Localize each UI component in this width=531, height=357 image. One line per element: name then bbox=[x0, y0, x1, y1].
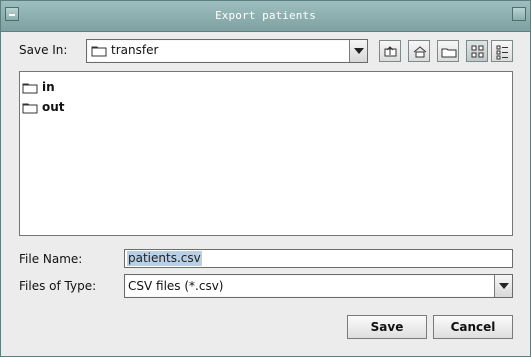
save-in-value: transfer bbox=[111, 43, 159, 57]
chevron-down-icon[interactable] bbox=[494, 275, 512, 297]
folder-icon bbox=[22, 83, 38, 94]
file-list-item-in[interactable]: in bbox=[22, 79, 112, 97]
files-of-type-label: Files of Type: bbox=[19, 279, 97, 293]
file-list-pane[interactable]: in out bbox=[19, 71, 513, 236]
export-patients-dialog: Export patients Save In: transfer in out… bbox=[0, 0, 531, 357]
home-icon bbox=[413, 46, 427, 58]
new-folder-icon bbox=[441, 48, 457, 58]
up-one-level-button[interactable] bbox=[379, 40, 401, 62]
file-name-field[interactable]: patients.csv bbox=[124, 249, 513, 268]
window-action-button[interactable] bbox=[512, 7, 526, 21]
chevron-down-icon[interactable] bbox=[349, 40, 367, 62]
list-view-button[interactable] bbox=[466, 40, 488, 62]
home-button[interactable] bbox=[408, 40, 430, 62]
details-view-button[interactable] bbox=[491, 40, 513, 62]
save-button[interactable]: Save bbox=[347, 315, 427, 339]
files-of-type-value: CSV files (*.csv) bbox=[128, 279, 224, 293]
cancel-button[interactable]: Cancel bbox=[433, 315, 513, 339]
details-view-icon bbox=[496, 45, 508, 60]
new-folder-button[interactable] bbox=[437, 40, 459, 62]
save-in-dropdown[interactable]: transfer bbox=[86, 39, 368, 63]
save-in-label: Save In: bbox=[19, 43, 68, 57]
window-title: Export patients bbox=[215, 9, 316, 22]
file-name-value: patients.csv bbox=[127, 251, 202, 266]
file-list-item-label: in bbox=[42, 80, 55, 94]
file-list-item-label: out bbox=[42, 100, 65, 114]
file-list-item-out[interactable]: out bbox=[22, 99, 112, 117]
file-name-label: File Name: bbox=[19, 252, 83, 266]
folder-icon bbox=[22, 103, 38, 114]
up-one-level-icon bbox=[384, 46, 397, 57]
folder-icon bbox=[91, 44, 107, 61]
list-view-icon bbox=[471, 45, 484, 58]
files-of-type-dropdown[interactable]: CSV files (*.csv) bbox=[124, 274, 513, 298]
window-titlebar[interactable]: Export patients bbox=[1, 1, 530, 32]
